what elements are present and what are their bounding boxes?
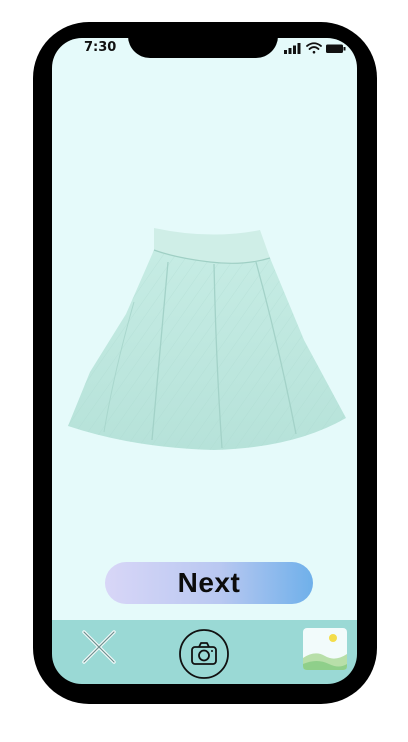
- next-button-label: Next: [177, 567, 241, 598]
- close-icon[interactable]: [80, 628, 118, 666]
- phone-notch: [128, 28, 278, 58]
- bottom-toolbar: [52, 620, 357, 684]
- signal-icon: [284, 43, 301, 54]
- next-button[interactable]: Next: [105, 562, 313, 604]
- wifi-icon: [306, 42, 322, 54]
- camera-icon[interactable]: [178, 628, 230, 680]
- skirt-photo: [68, 228, 346, 450]
- gallery-icon[interactable]: [303, 628, 347, 670]
- status-time: 7:30: [84, 40, 117, 55]
- battery-icon: [326, 44, 346, 53]
- status-icons: [284, 42, 346, 54]
